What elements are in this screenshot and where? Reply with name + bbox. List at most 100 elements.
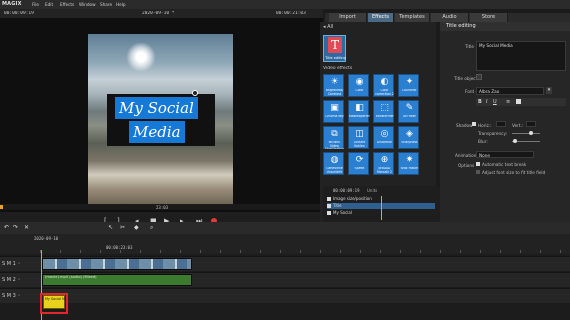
back-all-button[interactable]: ◂ All	[323, 24, 333, 30]
effect-tile[interactable]: ✎ Art filter	[398, 100, 419, 123]
tab-import[interactable]: Import	[329, 13, 367, 22]
effect-tile[interactable]: ▣ Chroma key	[323, 100, 344, 123]
horiz-label: Horiz.:	[478, 123, 492, 128]
title-text-field[interactable]: My Social Media	[476, 41, 566, 71]
fit-font-checkbox[interactable]	[476, 170, 480, 174]
effect-tile[interactable]: ⬚ Transformer	[373, 100, 394, 123]
auto-break-checkbox[interactable]	[476, 162, 480, 166]
effect-label: Sharpness	[401, 141, 418, 144]
italic-icon[interactable]: I	[486, 99, 487, 105]
tab-templates[interactable]: Templates	[395, 13, 430, 22]
menu-window[interactable]: Window	[79, 2, 96, 7]
object-row-label: Title	[333, 203, 342, 208]
checkbox-icon[interactable]	[327, 211, 331, 215]
effect-tile[interactable]: ◐ Color correction 2	[373, 74, 394, 97]
effect-tile[interactable]: ◧ Maskexperience	[348, 100, 370, 123]
object-time: 00:00:09:19	[333, 188, 360, 193]
audio-clip-label: (movie).mp4 (audio) (Mixed)	[45, 275, 97, 279]
title-object-select[interactable]	[476, 74, 482, 80]
effect-label: Speed	[354, 167, 365, 170]
undo-icon[interactable]: ↶	[4, 224, 9, 231]
effect-tile[interactable]: ⟳ Speed	[348, 152, 369, 175]
tab-audio[interactable]: Audio	[431, 13, 469, 22]
font-style-toolbar: B I U ≡	[476, 98, 566, 106]
effect-tile[interactable]: ◉ Color	[348, 74, 369, 97]
tab-store[interactable]: Store	[470, 13, 508, 22]
effect-icon: ◧	[355, 103, 364, 113]
title-tile-label: Title editing	[325, 56, 346, 60]
shadow-vert-input[interactable]	[526, 121, 536, 127]
zoom-icon[interactable]: ⌕	[150, 224, 153, 232]
highlight-box	[40, 293, 68, 314]
audio-clip[interactable]: (movie).mp4 (audio) (Mixed)	[42, 274, 192, 286]
title-label: Title	[465, 44, 474, 49]
rotate-handle-icon[interactable]	[192, 90, 198, 96]
video-frame[interactable]: My Social Media	[88, 34, 233, 210]
underline-icon[interactable]: U	[493, 99, 497, 105]
track-controls[interactable]: S M 3 ◦	[2, 293, 20, 299]
effect-icon: ◍	[330, 155, 339, 165]
bold-icon[interactable]: B	[478, 99, 482, 105]
color-swatch-icon[interactable]	[516, 99, 521, 104]
effect-tile[interactable]: ✷ Shot match	[398, 152, 419, 175]
effect-tile[interactable]: ⊕ proDAD Mercalli 2	[373, 152, 394, 175]
effect-icon: ☀	[330, 77, 339, 87]
menu-help[interactable]: Help	[116, 2, 126, 7]
effect-label: proDAD Mercalli 2	[377, 167, 392, 174]
video-clip[interactable]	[42, 258, 192, 270]
timecode-current: 00:00:09:19	[4, 11, 34, 16]
shadow-horiz-input[interactable]	[496, 121, 506, 127]
align-icon[interactable]: ≡	[506, 99, 510, 105]
cut-icon[interactable]: ✂	[120, 224, 125, 231]
effect-icon: ◈	[406, 129, 413, 139]
effect-tile[interactable]: ⧉ MEWRE Video Stabilization	[323, 126, 344, 149]
checkbox-icon[interactable]	[327, 204, 331, 208]
scrub-marker[interactable]	[0, 205, 3, 209]
menu-share[interactable]: Share	[100, 2, 112, 7]
track-title: S M 3 ◦	[0, 288, 570, 303]
object-row-label: Image size/position	[333, 196, 372, 201]
menu-edit[interactable]: Edit	[45, 2, 53, 7]
effect-label: Lineare Kuhlen	[353, 141, 366, 148]
ruler-ticks	[40, 250, 570, 253]
animation-label: Animation	[455, 153, 477, 158]
effect-tile[interactable]: ◈ Sharpness	[398, 126, 419, 149]
units-label: Units	[367, 188, 378, 193]
menu-file[interactable]: File	[32, 2, 39, 7]
timeline-date: 2020-09-10	[34, 236, 59, 241]
effect-tile[interactable]: ☀ Brightness/ Contrast	[323, 74, 344, 97]
effect-label: Chroma key	[325, 115, 344, 118]
transparency-slider[interactable]	[512, 133, 540, 134]
options-label: Options	[458, 163, 475, 168]
tab-effects[interactable]: Effects	[368, 13, 394, 22]
animation-select[interactable]: None	[476, 151, 534, 158]
effect-icon: ◉	[355, 77, 364, 87]
title-editing-tile[interactable]: T Title editing	[323, 35, 346, 62]
shadow-checkbox[interactable]	[472, 122, 476, 126]
timeline-toolbar: ↶ ↷ ✕ ↖ ✂ ◆ ⌕	[0, 222, 570, 234]
redo-icon[interactable]: ↷	[13, 224, 18, 231]
timeline-ruler[interactable]: 2020-09-10 00:00:23:03	[0, 234, 570, 254]
transparency-knob[interactable]	[529, 131, 533, 135]
effect-tile[interactable]: ◎ Distortion	[373, 126, 394, 149]
chevron-down-icon[interactable]: ▾	[546, 87, 552, 94]
title-object-label: Title object	[454, 76, 478, 81]
blur-knob[interactable]	[513, 139, 517, 143]
track-controls[interactable]: S M 1 ◦	[2, 261, 20, 267]
effect-tile[interactable]: ◍ Genevieve Unschärfe	[323, 152, 344, 175]
track-controls[interactable]: S M 2 ◦	[2, 277, 20, 283]
title-line-2: Media	[129, 121, 185, 143]
menu-effects[interactable]: Effects	[60, 2, 74, 7]
title-overlay[interactable]: My Social Media	[107, 94, 215, 146]
effect-label: Shot match	[400, 167, 419, 170]
preview-scrubber[interactable]: 23:03	[0, 204, 323, 210]
pointer-icon[interactable]: ↖	[108, 224, 113, 231]
title-editing-header: Title editing	[440, 22, 570, 31]
title-object-list: 00:00:09:19 Units Image size/position Ti…	[323, 186, 440, 222]
checkbox-icon[interactable]	[327, 197, 331, 201]
delete-icon[interactable]: ✕	[24, 224, 29, 231]
marker-icon[interactable]: ◆	[134, 224, 139, 231]
font-select[interactable]: Albra Zao	[476, 87, 544, 95]
effect-tile[interactable]: ◫ Lineare Kuhlen	[348, 126, 369, 149]
effect-tile[interactable]: ✦ Launcher	[398, 74, 419, 97]
